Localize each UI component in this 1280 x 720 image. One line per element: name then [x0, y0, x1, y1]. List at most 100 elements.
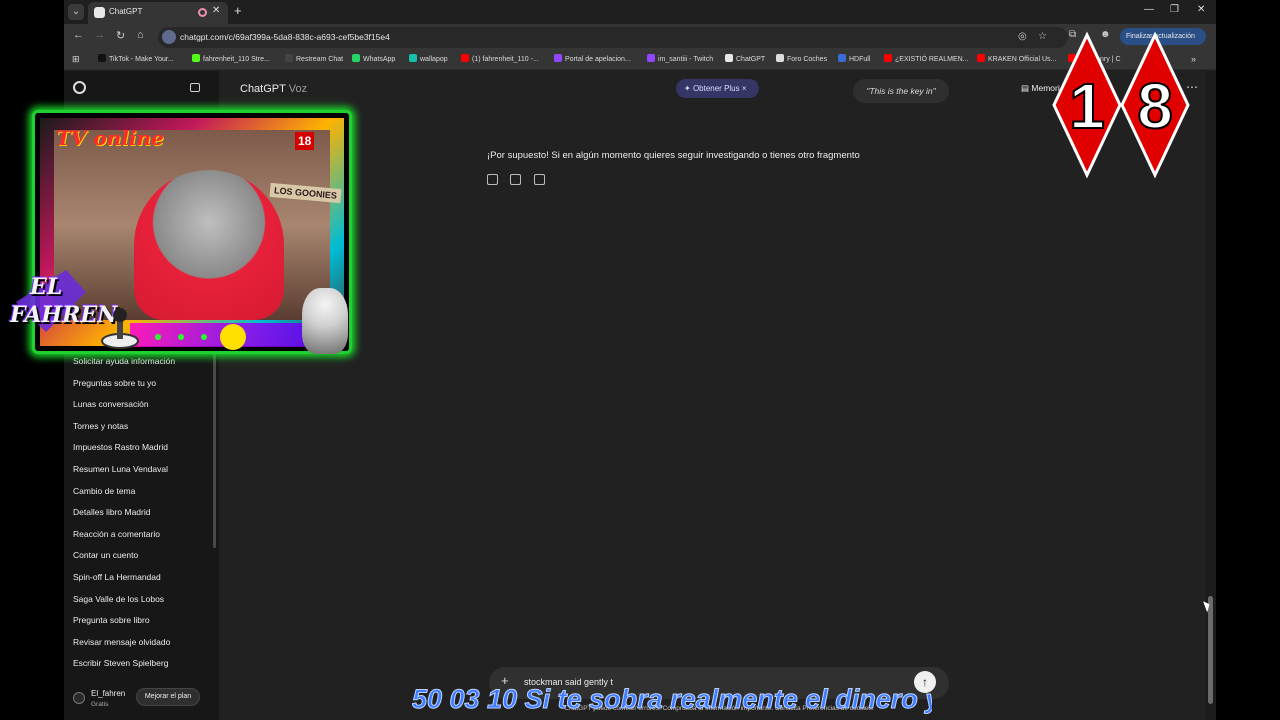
- sidebar-item[interactable]: Escribir Steven Spielberg: [73, 658, 168, 668]
- sidebar-item[interactable]: Spin-off La Hermandad: [73, 572, 161, 582]
- get-plus-label: Obtener Plus: [692, 84, 740, 93]
- bookmark-item[interactable]: KRAKEN Official Us...: [977, 54, 1056, 63]
- assistant-message: ¡Por supuesto! Si en algún momento quier…: [487, 150, 860, 161]
- bookmark-label: Portal de apelacion...: [565, 56, 631, 63]
- bookmark-item[interactable]: WhatsApp: [352, 54, 395, 63]
- sidebar-item[interactable]: Solicitar ayuda información: [73, 356, 175, 366]
- bookmarks-bar: ⊞ TikTok - Make Your... fahrenheit_110 S…: [64, 50, 1216, 70]
- sidebar-scrollbar[interactable]: [213, 353, 216, 548]
- bookmark-item[interactable]: ¿EXISTIÓ REALMEN...: [884, 54, 969, 63]
- dismiss-icon[interactable]: ×: [742, 84, 747, 93]
- apps-grid-icon[interactable]: ⊞: [72, 54, 80, 65]
- bookmark-item[interactable]: HDFull: [838, 54, 870, 63]
- joystick-icon: [101, 308, 139, 349]
- bookmark-item[interactable]: Portal de apelacion...: [554, 54, 631, 63]
- bookmark-favicon-icon: [285, 54, 293, 62]
- screen: ⌄ ChatGPT ✕ + — ❐ ✕ ← → ↻ ⌂ chatgpt.com/…: [0, 0, 1280, 720]
- bookmark-label: TikTok - Make Your...: [109, 56, 174, 63]
- mode-name: Voz: [288, 83, 308, 95]
- get-plus-button[interactable]: ✦ Obtener Plus ×: [676, 79, 759, 98]
- thumbs-down-icon[interactable]: [533, 174, 545, 185]
- pac-dot-icon: [201, 334, 207, 340]
- minimize-button[interactable]: —: [1144, 4, 1154, 15]
- sidebar-item[interactable]: Saga Valle de los Lobos: [73, 594, 164, 604]
- forward-button[interactable]: →: [94, 29, 105, 41]
- sidebar-item[interactable]: Preguntas sobre tu yo: [73, 378, 156, 388]
- memory-icon: ▤: [1021, 83, 1030, 93]
- bookmark-favicon-icon: [461, 54, 469, 62]
- bookmark-item[interactable]: fahrenheit_110 Stre...: [192, 54, 270, 63]
- sidebar-item[interactable]: Contar un cuento: [73, 550, 138, 560]
- site-info-icon[interactable]: [162, 30, 176, 44]
- bookmark-label: KRAKEN Official Us...: [988, 56, 1057, 63]
- close-window-button[interactable]: ✕: [1197, 4, 1205, 15]
- pacman-icon: [220, 324, 246, 350]
- bookmark-item[interactable]: Restream Chat: [285, 54, 343, 63]
- url-text: chatgpt.com/c/69af399a-5da8-838c-a693-ce…: [180, 32, 390, 42]
- bookmark-label: wallapop: [420, 56, 448, 63]
- bookmark-label: im_santiii - Twitch: [658, 56, 714, 63]
- bookmark-label: ChatGPT: [736, 56, 766, 63]
- bookmark-label: Foro Coches: [787, 56, 828, 63]
- bookmark-star-icon[interactable]: ☆: [1038, 31, 1047, 42]
- eye-off-icon[interactable]: ◎: [1018, 31, 1027, 42]
- sidebar-item[interactable]: Cambio de tema: [73, 486, 135, 496]
- navigation-bar: ← → ↻ ⌂ chatgpt.com/c/69af399a-5da8-838c…: [64, 24, 1216, 50]
- bookmark-favicon-icon: [409, 54, 417, 62]
- bookmark-item[interactable]: wallapop: [409, 54, 448, 63]
- user-menu[interactable]: El_fahren Gratis Mejorar el plan: [64, 683, 219, 720]
- age-rating-18-badge: 1 8: [1052, 31, 1190, 179]
- bookmark-favicon-icon: [192, 54, 200, 62]
- pac-dot-icon: [155, 334, 161, 340]
- back-button[interactable]: ←: [73, 29, 84, 41]
- user-name: El_fahren: [91, 689, 126, 698]
- bookmark-favicon-icon: [554, 54, 562, 62]
- restore-button[interactable]: ❐: [1170, 4, 1179, 15]
- tv-online-logo: TV online: [56, 126, 164, 150]
- sidebar-item[interactable]: Resumen Luna Vendaval: [73, 464, 168, 474]
- sidebar-item[interactable]: Reacción a comentario: [73, 529, 160, 539]
- home-icon[interactable]: ⌂: [137, 29, 144, 41]
- bookmark-item[interactable]: Foro Coches: [776, 54, 827, 63]
- chatgpt-logo-icon[interactable]: [73, 81, 86, 94]
- tab-close-icon[interactable]: ✕: [212, 5, 220, 16]
- sidebar-item[interactable]: Revisar mensaje olvidado: [73, 637, 170, 647]
- page-title[interactable]: ChatGPT Voz: [240, 83, 307, 95]
- bookmark-favicon-icon: [647, 54, 655, 62]
- upgrade-plan-button[interactable]: Mejorar el plan: [136, 688, 200, 706]
- browser-window: ⌄ ChatGPT ✕ + — ❐ ✕ ← → ↻ ⌂ chatgpt.com/…: [64, 0, 1216, 720]
- streamer-image: [134, 170, 284, 320]
- bookmark-favicon-icon: [725, 54, 733, 62]
- new-tab-button[interactable]: +: [234, 3, 242, 18]
- bookmark-favicon-icon: [776, 54, 784, 62]
- address-bar[interactable]: chatgpt.com/c/69af399a-5da8-838c-a693-ce…: [158, 27, 1068, 48]
- sidebar-item[interactable]: Pregunta sobre libro: [73, 615, 150, 625]
- sidebar-toggle-icon[interactable]: [190, 83, 200, 92]
- bookmark-favicon-icon: [352, 54, 360, 62]
- bookmark-favicon-icon: [977, 54, 985, 62]
- reload-button[interactable]: ↻: [116, 29, 125, 42]
- bookmark-item[interactable]: ChatGPT: [725, 54, 765, 63]
- bookmark-favicon-icon: [884, 54, 892, 62]
- avatar: [73, 692, 85, 704]
- tab-chatgpt[interactable]: ChatGPT ✕: [88, 2, 228, 24]
- sidebar-item[interactable]: Impuestos Rastro Madrid: [73, 442, 168, 452]
- age-digit-1: 1: [1069, 70, 1105, 142]
- thumbs-up-icon[interactable]: [510, 174, 522, 185]
- voice-transcript-bubble: "This is the key in": [853, 79, 949, 103]
- scrollbar-thumb[interactable]: [1208, 596, 1213, 704]
- copy-icon[interactable]: [487, 174, 498, 185]
- sidebar-item[interactable]: Tornes y notas: [73, 421, 128, 431]
- bookmark-item[interactable]: im_santiii - Twitch: [647, 54, 713, 63]
- bookmark-label: (1) fahrenheit_110 -...: [472, 56, 539, 63]
- age-digit-2: 8: [1137, 70, 1173, 142]
- sparkle-icon: ✦: [684, 84, 691, 93]
- tab-strip: ⌄ ChatGPT ✕ + — ❐ ✕: [64, 0, 1216, 24]
- sidebar-item[interactable]: Lunas conversación: [73, 399, 149, 409]
- bookmark-item[interactable]: (1) fahrenheit_110 -...: [461, 54, 539, 63]
- sidebar-item[interactable]: Detalles libro Madrid: [73, 507, 150, 517]
- bookmark-label: HDFull: [849, 56, 871, 63]
- tab-search-button[interactable]: ⌄: [68, 4, 84, 20]
- bookmark-item[interactable]: TikTok - Make Your...: [98, 54, 174, 63]
- page-scrollbar[interactable]: [1206, 71, 1216, 720]
